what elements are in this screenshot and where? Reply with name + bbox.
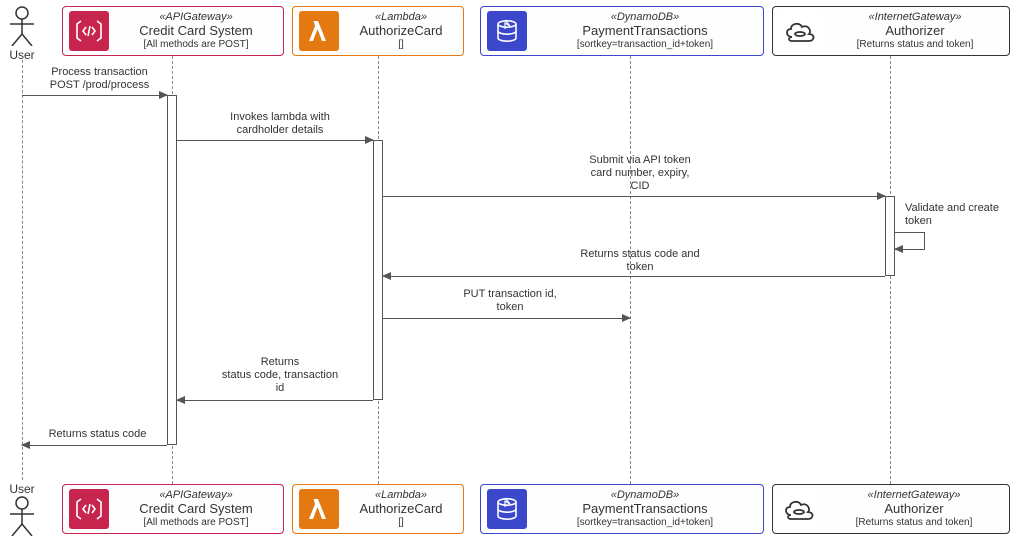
internetgateway-icon [779, 489, 819, 529]
message-5 [383, 276, 885, 277]
participant-note: [] [398, 39, 404, 51]
message-7 [177, 400, 373, 401]
dynamodb-icon [487, 489, 527, 529]
participant-ddb-top: «DynamoDB» PaymentTransactions [sortkey=… [480, 6, 764, 56]
activation-igw [885, 196, 895, 276]
user-icon [8, 496, 36, 536]
user-icon [8, 6, 36, 46]
participant-note: [All methods are POST] [143, 517, 248, 529]
message-3-label: Submit via API token card number, expiry… [540, 154, 740, 194]
apigateway-icon [69, 489, 109, 529]
participant-ddb-bottom: «DynamoDB» PaymentTransactions [sortkey=… [480, 484, 764, 534]
message-5-label: Returns status code and token [540, 248, 740, 274]
message-1-label: Process transaction POST /prod/process [32, 66, 167, 92]
participant-name: AuthorizeCard [359, 502, 442, 517]
message-3 [383, 196, 885, 197]
participant-note: [Returns status and token] [857, 39, 974, 51]
participant-name: PaymentTransactions [582, 502, 707, 517]
activation-lambda [373, 140, 383, 400]
participant-note: [] [398, 517, 404, 529]
participant-igw-bottom: «InternetGateway» Authorizer [Returns st… [772, 484, 1010, 534]
internetgateway-icon [779, 10, 821, 52]
participant-note: [Returns status and token] [856, 517, 973, 529]
dynamodb-icon [487, 11, 527, 51]
participant-igw-top: «InternetGateway» Authorizer [Returns st… [772, 6, 1010, 56]
lifeline-user [22, 60, 23, 480]
participant-name: Authorizer [884, 502, 943, 517]
participant-apigw-top: «APIGateway» Credit Card System [All met… [62, 6, 284, 56]
actor-user-bottom: User [2, 480, 42, 536]
activation-apigw [167, 95, 177, 445]
participant-lambda-top: «Lambda» AuthorizeCard [] [292, 6, 464, 56]
actor-user-top-label: User [2, 48, 42, 62]
message-8 [22, 445, 167, 446]
lambda-icon [299, 489, 339, 529]
participant-name: Authorizer [885, 24, 944, 39]
participant-name: PaymentTransactions [582, 24, 707, 39]
message-7-label: Returns status code, transaction id [195, 356, 365, 396]
message-6-label: PUT transaction id, token [430, 288, 590, 314]
message-4-label: Validate and create token [905, 202, 1024, 228]
message-1 [22, 95, 167, 96]
message-8-label: Returns status code [30, 428, 165, 441]
actor-user-top: User [2, 6, 42, 62]
participant-apigw-bottom: «APIGateway» Credit Card System [All met… [62, 484, 284, 534]
participant-note: [sortkey=transaction_id+token] [577, 517, 713, 529]
participant-name: AuthorizeCard [359, 24, 442, 39]
participant-note: [sortkey=transaction_id+token] [577, 39, 713, 51]
participant-name: Credit Card System [139, 502, 252, 517]
message-2-label: Invokes lambda with cardholder details [200, 111, 360, 137]
apigateway-icon [69, 11, 109, 51]
lambda-icon [299, 11, 339, 51]
message-6 [383, 318, 630, 319]
actor-user-bottom-label: User [2, 482, 42, 496]
participant-name: Credit Card System [139, 24, 252, 39]
participant-lambda-bottom: «Lambda» AuthorizeCard [] [292, 484, 464, 534]
message-2 [177, 140, 373, 141]
participant-note: [All methods are POST] [143, 39, 248, 51]
